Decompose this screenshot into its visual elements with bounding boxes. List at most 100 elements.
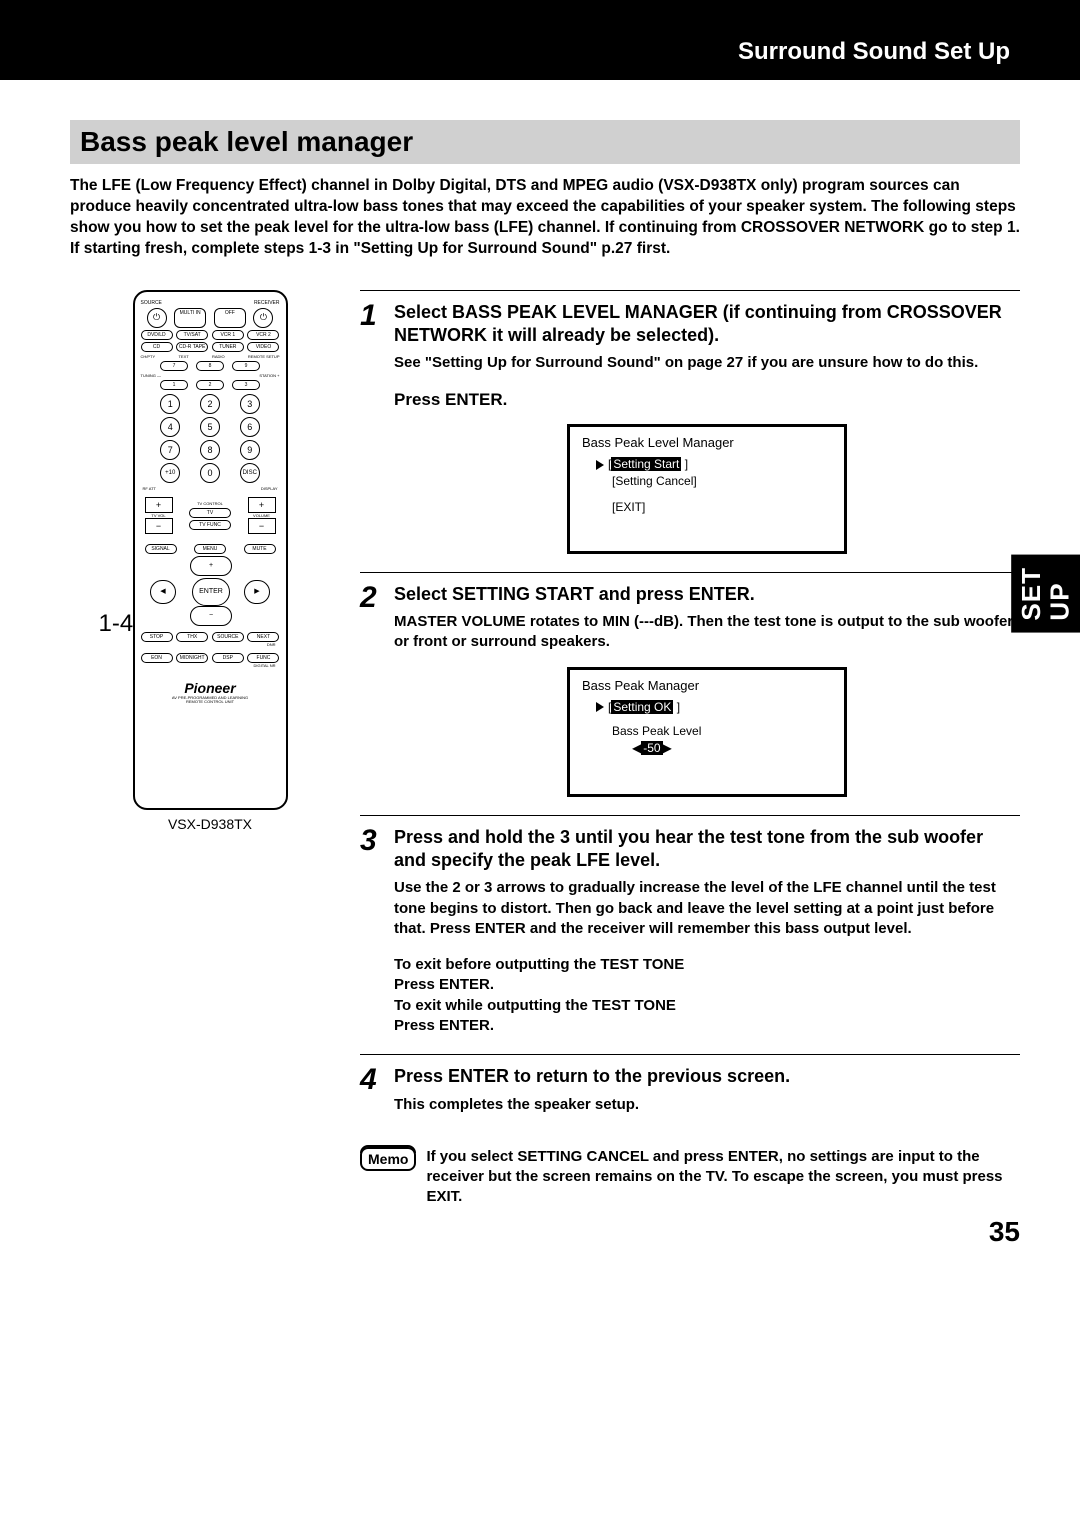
src-video: VIDEO (247, 342, 279, 352)
step-title: Select BASS PEAK LEVEL MANAGER (if conti… (394, 301, 1020, 348)
off-btn: OFF (214, 308, 246, 328)
step-callout: 1-4 (99, 610, 134, 638)
remote-column: 1-4 SOURCE RECEIVER ⏻ MULTI IN OFF ⏻ (70, 290, 350, 834)
b7: 7 (160, 361, 188, 371)
osd-sel: Setting OK (611, 700, 673, 714)
intro-paragraph: The LFE (Low Frequency Effect) channel i… (70, 176, 1020, 260)
signal-btn: SIGNAL (145, 544, 177, 554)
step-number: 2 (360, 583, 394, 797)
n: 3 (240, 394, 260, 414)
osd-sel: Setting Start (611, 457, 681, 471)
trail: ] (681, 457, 688, 471)
lbl: TUNING — (141, 373, 161, 378)
dpad-up: + (190, 556, 232, 576)
src-cd: CD (141, 342, 173, 352)
osd-title: Bass Peak Manager (582, 678, 832, 693)
step-1: 1 Select BASS PEAK LEVEL MANAGER (if con… (360, 290, 1020, 572)
n: 9 (240, 440, 260, 460)
n: 8 (200, 440, 220, 460)
menu-btn: MENU (194, 544, 226, 554)
osd-screen-2: Bass Peak Manager [Setting OK ] Bass Pea… (567, 667, 847, 797)
step-number: 3 (360, 826, 394, 1037)
remote-label-receiver: RECEIVER (254, 300, 280, 306)
dpad: + − ◀ ▶ ENTER (150, 556, 270, 626)
lbl: DNR (141, 642, 280, 647)
memo-block: Memo If you select SETTING CANCEL and pr… (360, 1147, 1020, 1208)
remote-label-source: SOURCE (141, 300, 162, 306)
b: DSP (212, 653, 244, 663)
b: FUNC (247, 653, 279, 663)
b3: 3 (232, 380, 260, 390)
b: THX (176, 632, 208, 642)
b1: 1 (160, 380, 188, 390)
lbl: RF ATT (143, 486, 156, 491)
step-2: 2 Select SETTING START and press ENTER. … (360, 572, 1020, 815)
lbl: STATION + (259, 373, 279, 378)
src-vcr2: VCR 2 (247, 330, 279, 340)
tv-btn: TV (189, 508, 231, 518)
remote-control: SOURCE RECEIVER ⏻ MULTI IN OFF ⏻ DVD/LD … (133, 290, 288, 810)
src-cdr: CD-R TAPE (176, 342, 208, 352)
step-sub: This completes the speaker setup. (394, 1095, 1020, 1115)
memo-label: Memo (360, 1147, 416, 1171)
header-bar: Surround Sound Set Up (0, 0, 1080, 80)
lbl: REMOTE SETUP (248, 354, 280, 359)
step-title: Press and hold the 3 until you hear the … (394, 826, 1020, 873)
osd-label: Bass Peak Level (612, 723, 832, 740)
multi-btn: MULTI IN (174, 308, 206, 328)
n: +10 (160, 463, 180, 483)
cursor-icon (596, 702, 604, 712)
b9: 9 (232, 361, 260, 371)
page-number: 35 (989, 1216, 1020, 1248)
remote-model: VSX-D938TX (133, 816, 288, 832)
brand-logo: Pioneer (141, 680, 280, 696)
cursor-icon (596, 460, 604, 470)
n: 7 (160, 440, 180, 460)
b: MIDNIGHT (176, 653, 208, 663)
osd-exit: [EXIT] (612, 499, 832, 516)
mute-btn: MUTE (244, 544, 276, 554)
lbl: TEXT (178, 354, 188, 359)
b8: 8 (196, 361, 224, 371)
step-extra: To exit before outputting the TEST TONE … (394, 955, 1020, 1036)
step-sub: Use the 2 or 3 arrows to gradually incre… (394, 878, 1020, 939)
osd-title: Bass Peak Level Manager (582, 435, 832, 450)
n: 5 (200, 417, 220, 437)
n: DISC (240, 463, 260, 483)
lbl: RADIO (212, 354, 225, 359)
header-title: Surround Sound Set Up (728, 32, 1020, 72)
lbl: TV CONTROL (189, 501, 231, 506)
dpad-down: − (190, 606, 232, 626)
step-number: 4 (360, 1065, 394, 1115)
src-tvsat: TV/SAT (176, 330, 208, 340)
osd-opt: Setting Cancel (615, 474, 693, 488)
vol-dn: − (248, 518, 276, 534)
side-tab: SET UP (1011, 555, 1080, 633)
press-enter: Press ENTER. (394, 390, 1020, 410)
power-icon: ⏻ (253, 308, 273, 328)
dpad-right: ▶ (244, 580, 270, 604)
step-sub: MASTER VOLUME rotates to MIN (---dB). Th… (394, 612, 1020, 653)
b2: 2 (196, 380, 224, 390)
section-title: Bass peak level manager (70, 120, 1020, 164)
step-sub: See "Setting Up for Surround Sound" on p… (394, 353, 1020, 373)
step-4: 4 Press ENTER to return to the previous … (360, 1054, 1020, 1133)
lbl: DIGITAL NR (141, 663, 280, 668)
n: 4 (160, 417, 180, 437)
step-title: Select SETTING START and press ENTER. (394, 583, 1020, 606)
tv-vol-up: + (145, 497, 173, 513)
step-3: 3 Press and hold the 3 until you hear th… (360, 815, 1020, 1055)
n: 1 (160, 394, 180, 414)
dpad-left: ◀ (150, 580, 176, 604)
src-dvd: DVD/LD (141, 330, 173, 340)
step-title: Press ENTER to return to the previous sc… (394, 1065, 1020, 1088)
tvfunc-btn: TV FUNC (189, 520, 231, 530)
b: EON (141, 653, 173, 663)
src-tuner: TUNER (212, 342, 244, 352)
src-vcr1: VCR 1 (212, 330, 244, 340)
lbl: DISPLAY (261, 486, 278, 491)
tv-vol-dn: − (145, 518, 173, 534)
b: STOP (141, 632, 173, 642)
lbl: CH/PTY (141, 354, 156, 359)
step-number: 1 (360, 301, 394, 554)
